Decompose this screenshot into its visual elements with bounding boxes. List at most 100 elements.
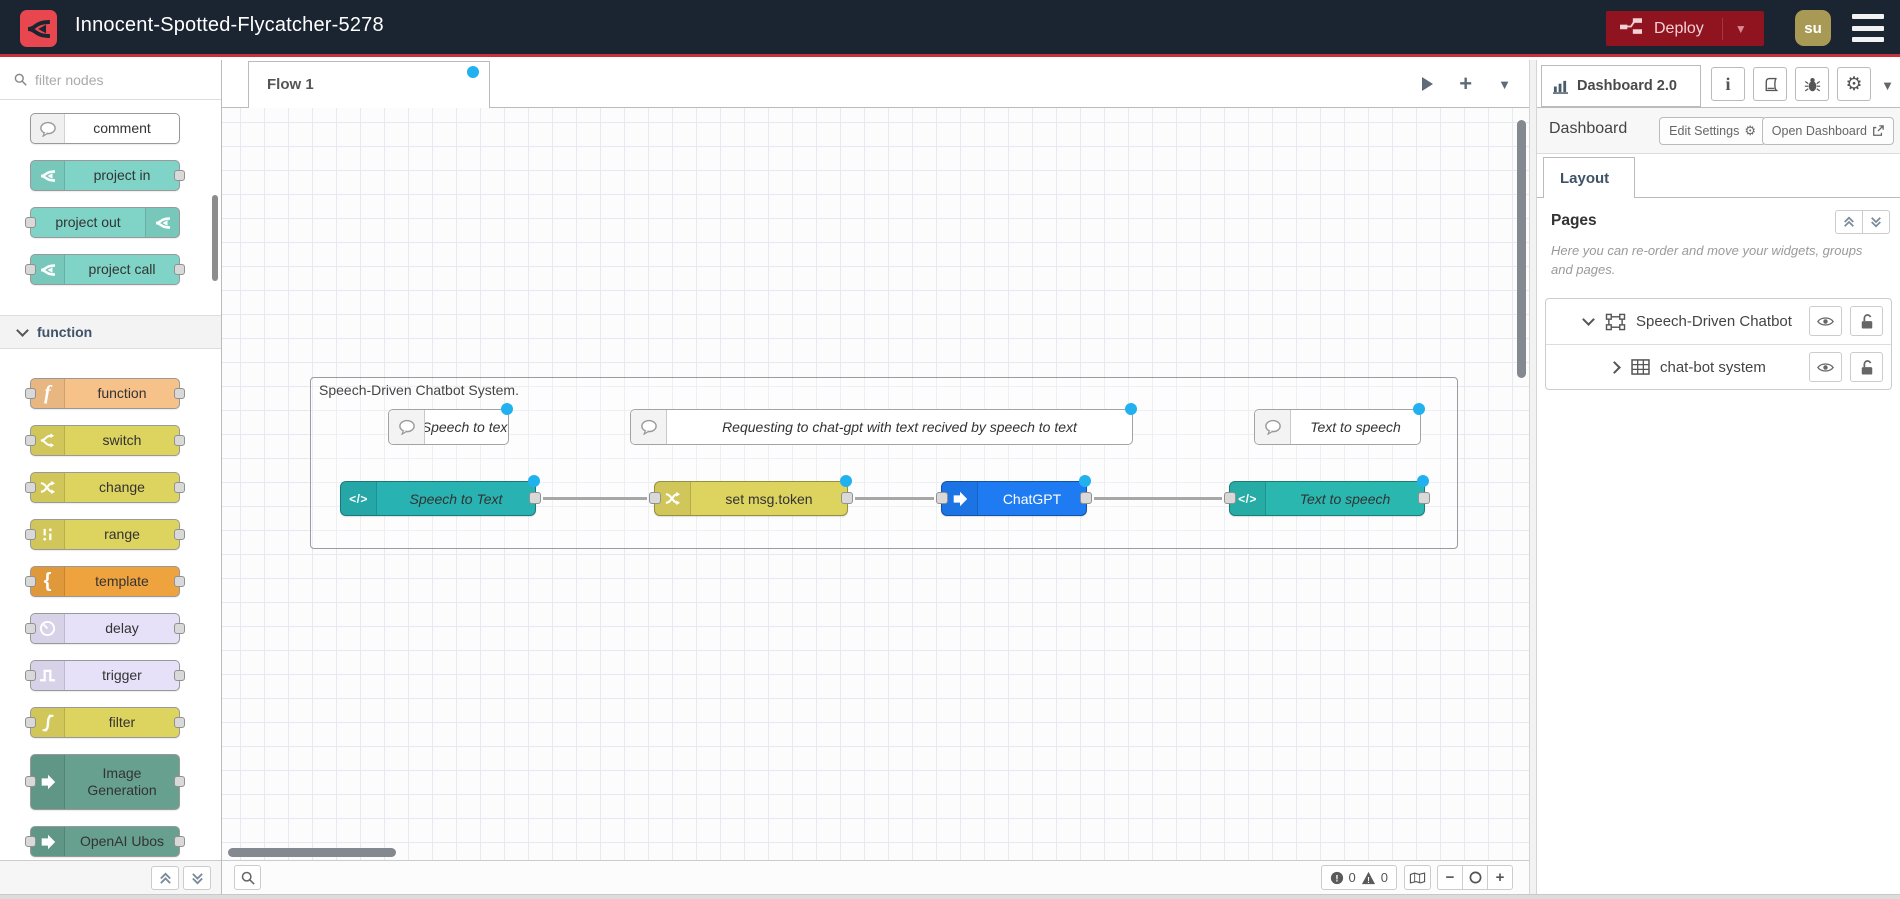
input-port[interactable] [25, 776, 36, 787]
sidebar-splitter[interactable] [1529, 60, 1537, 894]
help-tab-button[interactable] [1753, 67, 1787, 101]
output-port[interactable] [174, 776, 185, 787]
main-menu-button[interactable] [1852, 14, 1884, 42]
add-flow-button[interactable]: + [1459, 73, 1472, 95]
chevron-down-icon[interactable] [1582, 313, 1595, 326]
zoom-in-button[interactable]: + [1487, 865, 1513, 890]
output-port[interactable] [174, 716, 185, 728]
chevron-right-icon[interactable] [1608, 360, 1621, 374]
comment-node[interactable]: Speech to text [388, 403, 513, 445]
deploy-options-caret[interactable]: ▼ [1721, 17, 1747, 40]
flow-list-caret[interactable]: ▼ [1498, 77, 1511, 92]
deploy-button[interactable]: Deploy ▼ [1606, 11, 1764, 46]
visibility-toggle-button[interactable] [1809, 352, 1842, 382]
config-tab-button[interactable]: ⚙ [1837, 67, 1871, 101]
palette-node-filter[interactable]: filter [25, 707, 185, 738]
palette-expand-all-button[interactable] [183, 866, 211, 890]
tree-row-speech-driven-chatbot-s[interactable]: Speech-Driven Chatbot S [1546, 299, 1891, 344]
palette-filter-input[interactable] [35, 71, 185, 88]
input-port[interactable] [25, 669, 36, 681]
output-port[interactable] [174, 669, 185, 681]
palette-node-project-call[interactable]: project call [25, 254, 185, 285]
palette-node-image-generation[interactable]: Image Generation [25, 754, 185, 810]
palette-search[interactable] [0, 60, 221, 100]
zoom-reset-button[interactable] [1462, 865, 1488, 890]
palette-node-function[interactable]: f function [25, 378, 185, 409]
flow-tab[interactable]: Flow 1 [248, 61, 490, 108]
visibility-toggle-button[interactable] [1809, 306, 1842, 336]
output-port[interactable] [174, 434, 185, 446]
node-red-logo-icon[interactable] [20, 10, 57, 47]
input-port[interactable] [25, 387, 36, 399]
output-port[interactable] [174, 622, 185, 634]
flow-node-set-msg-token[interactable]: set msg.token [649, 475, 853, 516]
input-port[interactable] [25, 575, 36, 587]
flow-canvas[interactable]: Speech-Driven Chatbot System. Speech to … [222, 108, 1529, 860]
debug-tab-button[interactable] [1795, 67, 1829, 101]
output-port[interactable] [174, 575, 185, 587]
palette-node-range[interactable]: range [25, 519, 185, 550]
tree-row-chat-bot-system[interactable]: chat-bot system [1546, 344, 1891, 389]
output-port[interactable] [1080, 491, 1092, 504]
tab-dashboard-2[interactable]: Dashboard 2.0 [1541, 65, 1701, 107]
zoom-out-button[interactable]: − [1437, 865, 1463, 890]
palette-node-switch[interactable]: switch [25, 425, 185, 456]
canvas-search-button[interactable] [234, 865, 261, 890]
edit-settings-button[interactable]: Edit Settings ⚙ [1659, 117, 1766, 145]
palette-node-openai-ubos[interactable]: OpenAI Ubos [25, 826, 185, 857]
move-up-button[interactable] [1835, 210, 1863, 234]
output-port[interactable] [174, 481, 185, 493]
palette-node-template[interactable]: {template [25, 566, 185, 597]
input-port[interactable] [936, 491, 948, 504]
flow-node-text-to-speech[interactable]: </> Text to speech [1224, 475, 1430, 516]
input-port[interactable] [25, 263, 36, 275]
palette-collapse-all-button[interactable] [151, 866, 179, 890]
next-flow-icon[interactable] [1422, 77, 1434, 91]
palette-node-change[interactable]: change [25, 472, 185, 503]
output-port[interactable] [1418, 491, 1430, 504]
palette-scrollbar[interactable] [212, 195, 218, 281]
output-port[interactable] [174, 263, 185, 275]
flow-group[interactable]: Speech-Driven Chatbot System. [310, 377, 1458, 549]
output-port[interactable] [174, 528, 185, 540]
flow-node-label: Text to speech [1299, 490, 1391, 507]
sidebar-tabs-caret[interactable]: ▼ [1881, 78, 1894, 93]
palette-node-comment[interactable]: comment [30, 113, 180, 144]
navigator-toggle-button[interactable] [1404, 865, 1431, 890]
canvas-horizontal-scrollbar[interactable] [228, 848, 396, 857]
input-port[interactable] [25, 835, 36, 847]
comment-node[interactable]: Text to speech [1254, 403, 1425, 445]
input-port[interactable] [25, 528, 36, 540]
output-port[interactable] [174, 835, 185, 847]
error-warning-counts[interactable]: ! 0 ! 0 [1320, 865, 1397, 890]
output-port[interactable] [174, 387, 185, 399]
user-avatar[interactable]: su [1795, 10, 1831, 46]
output-port[interactable] [174, 169, 185, 181]
canvas-vertical-scrollbar[interactable] [1517, 120, 1526, 378]
flow-node-chatgpt[interactable]: ChatGPT [936, 475, 1092, 516]
lock-toggle-button[interactable] [1850, 306, 1883, 336]
input-port[interactable] [25, 622, 36, 634]
tab-layout[interactable]: Layout [1543, 157, 1635, 198]
trigger-icon [31, 661, 65, 690]
lock-toggle-button[interactable] [1850, 352, 1883, 382]
output-port[interactable] [529, 491, 541, 504]
comment-node[interactable]: Requesting to chat-gpt with text recived… [630, 403, 1137, 445]
palette-node-delay[interactable]: delay [25, 613, 185, 644]
open-dashboard-button[interactable]: Open Dashboard [1761, 117, 1894, 145]
input-port[interactable] [25, 216, 36, 228]
input-port[interactable] [25, 434, 36, 446]
palette-node-project-in[interactable]: project in [30, 160, 185, 191]
palette-node-project-out[interactable]: project out [25, 207, 180, 238]
input-port[interactable] [1224, 491, 1236, 504]
palette-category-function[interactable]: function [0, 315, 221, 349]
palette-node-trigger[interactable]: trigger [25, 660, 185, 691]
input-port[interactable] [25, 716, 36, 728]
info-tab-button[interactable]: i [1711, 67, 1745, 101]
zoom-reset-icon [1469, 871, 1481, 884]
input-port[interactable] [649, 491, 661, 504]
input-port[interactable] [25, 481, 36, 493]
move-down-button[interactable] [1862, 210, 1890, 234]
flow-node-speech-to-text[interactable]: </> Speech to Text [340, 475, 541, 516]
output-port[interactable] [841, 491, 853, 504]
